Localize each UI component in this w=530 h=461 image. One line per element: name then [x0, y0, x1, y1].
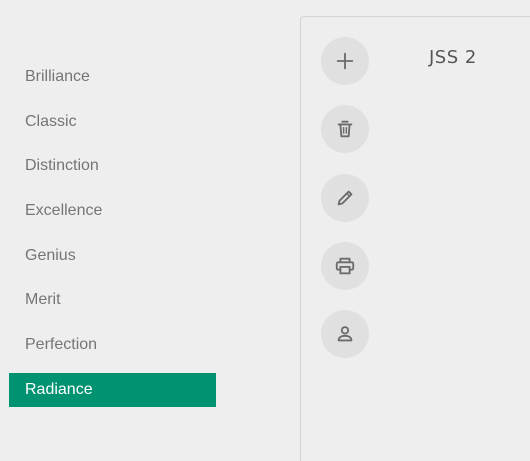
user-button[interactable]: [321, 310, 369, 359]
print-button[interactable]: [321, 241, 369, 290]
sidebar-item-classic[interactable]: Classic: [9, 105, 216, 139]
class-detail-panel: JSS 2: [300, 16, 530, 461]
person-icon: [334, 323, 356, 345]
sidebar: Brilliance Classic Distinction Excellenc…: [0, 0, 300, 461]
sidebar-item-perfection[interactable]: Perfection: [9, 328, 216, 362]
app-root: Brilliance Classic Distinction Excellenc…: [0, 0, 530, 461]
printer-icon: [334, 255, 356, 277]
sidebar-item-genius[interactable]: Genius: [9, 239, 216, 273]
panel-title: JSS 2: [429, 47, 477, 68]
sidebar-item-distinction[interactable]: Distinction: [9, 149, 216, 183]
delete-button[interactable]: [321, 105, 369, 154]
action-buttons: [321, 37, 369, 378]
plus-icon: [334, 50, 356, 72]
sidebar-item-merit[interactable]: Merit: [9, 283, 216, 317]
add-button[interactable]: [321, 37, 369, 85]
sidebar-item-brilliance[interactable]: Brilliance: [9, 60, 216, 94]
pencil-icon: [334, 187, 356, 209]
sidebar-item-excellence[interactable]: Excellence: [9, 194, 216, 228]
trash-icon: [334, 118, 356, 140]
sidebar-item-radiance[interactable]: Radiance: [9, 372, 216, 407]
class-list: Brilliance Classic Distinction Excellenc…: [9, 60, 216, 418]
edit-button[interactable]: [321, 173, 369, 222]
